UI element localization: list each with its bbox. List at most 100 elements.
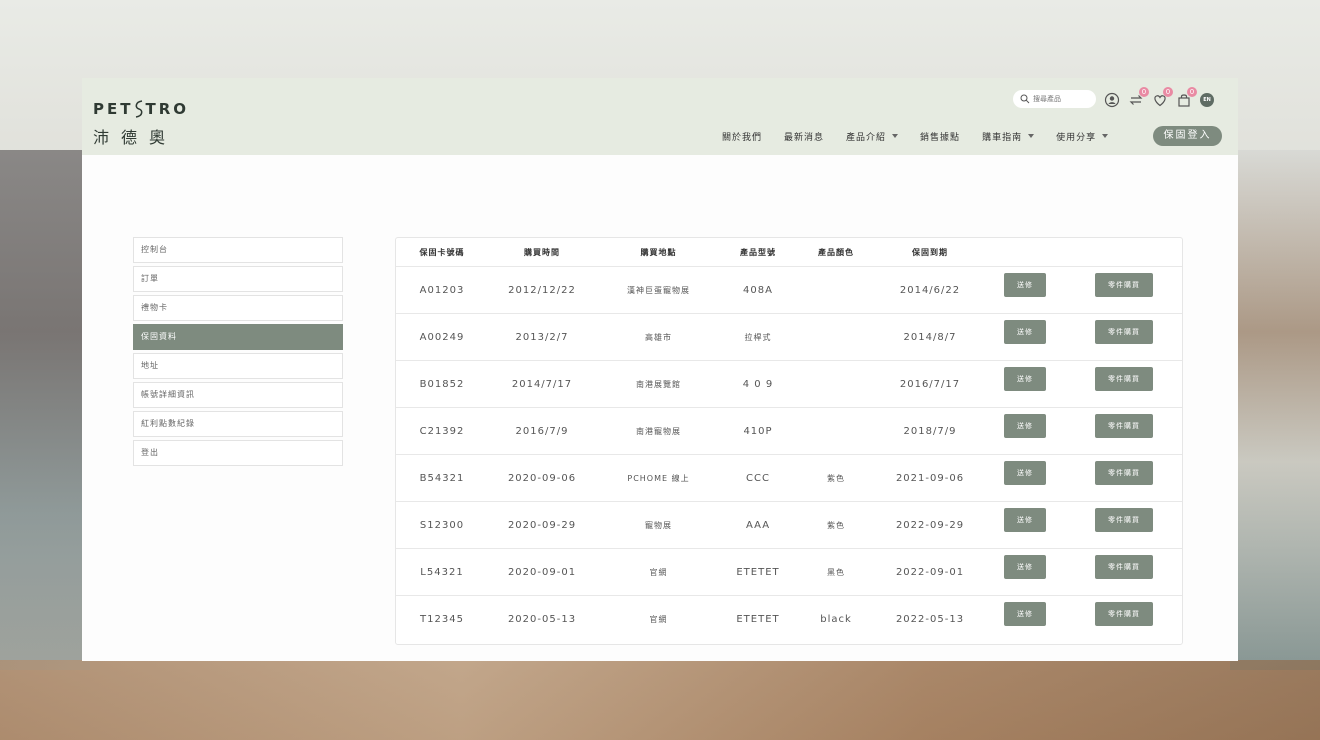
wishlist-icon[interactable]: 0	[1152, 87, 1173, 108]
table-row: L54321 2020-09-01 官網 ETETET 黑色 2022-09-0…	[396, 549, 1182, 596]
cell-card-number: A01203	[419, 284, 465, 296]
nav-item-stores[interactable]: 銷售據點	[920, 130, 960, 143]
cell-expiry: 2014/6/22	[899, 284, 961, 296]
table-row: T12345 2020-05-13 官網 ETETET black 2022-0…	[396, 596, 1182, 643]
main-nav: 關於我們 最新消息 產品介紹 銷售據點 購車指南 使用分享	[722, 126, 1130, 146]
repair-button[interactable]: 送修	[1004, 602, 1046, 626]
chevron-down-icon	[892, 134, 899, 138]
cell-purchase-date: 2020-09-06	[507, 472, 577, 484]
account-sidebar: 控制台 訂單 禮物卡 保固資料 地址 帳號詳細資訊 紅利點數紀錄 登出	[133, 237, 343, 469]
repair-button[interactable]: 送修	[1004, 273, 1046, 297]
nav-item-about[interactable]: 關於我們	[722, 130, 762, 143]
cell-purchase-place: 官網	[649, 567, 668, 577]
brand-logo[interactable]: PET TRO 沛德奧	[93, 98, 203, 147]
table-row: B54321 2020-09-06 PCHOME 線上 CCC 紫色 2021-…	[396, 455, 1182, 502]
parts-purchase-button[interactable]: 零件購買	[1095, 508, 1153, 532]
table-row: S12300 2020-09-29 寵物展 AAA 紫色 2022-09-29 …	[396, 502, 1182, 549]
sidebar-item-orders[interactable]: 訂單	[133, 266, 343, 292]
search-input[interactable]	[1033, 95, 1093, 103]
cart-icon[interactable]: 0	[1176, 87, 1197, 108]
sidebar-item-account-details[interactable]: 帳號詳細資訊	[133, 382, 343, 408]
repair-button[interactable]: 送修	[1004, 320, 1046, 344]
sidebar-item-dashboard[interactable]: 控制台	[133, 237, 343, 263]
logo-s-icon	[136, 100, 143, 118]
cell-expiry: 2022-05-13	[895, 614, 965, 625]
cell-color	[800, 408, 872, 454]
warranty-login-button[interactable]: 保固登入	[1153, 126, 1222, 146]
cell-card-number: B54321	[419, 472, 465, 484]
header-model: 產品型號	[740, 247, 776, 257]
nav-item-guide[interactable]: 購車指南	[982, 130, 1035, 143]
repair-button[interactable]: 送修	[1004, 414, 1046, 438]
parts-purchase-button[interactable]: 零件購買	[1095, 367, 1153, 391]
logo-en-right: TRO	[145, 100, 190, 118]
cell-purchase-date: 2020-05-13	[507, 614, 577, 625]
cell-card-number: C21392	[419, 425, 465, 437]
cell-purchase-place: 南港展覽館	[636, 379, 681, 389]
parts-purchase-button[interactable]: 零件購買	[1095, 602, 1153, 626]
nav-item-news[interactable]: 最新消息	[784, 130, 824, 143]
account-icon[interactable]	[1104, 92, 1120, 108]
header-icons: 0 0 0 EN	[1104, 87, 1214, 110]
sidebar-item-bonus-points[interactable]: 紅利點數紀錄	[133, 411, 343, 437]
parts-purchase-button[interactable]: 零件購買	[1095, 461, 1153, 485]
page-window: PET TRO 沛德奧 0	[82, 78, 1238, 661]
sidebar-item-warranty[interactable]: 保固資料	[133, 324, 343, 350]
cell-color: 紫色	[827, 520, 845, 530]
nav-item-share[interactable]: 使用分享	[1056, 130, 1109, 143]
header-purchase-place: 購買地點	[640, 247, 677, 257]
nav-item-products[interactable]: 產品介紹	[846, 130, 899, 143]
repair-button[interactable]: 送修	[1004, 555, 1046, 579]
parts-purchase-button[interactable]: 零件購買	[1095, 273, 1153, 297]
search-box[interactable]	[1013, 90, 1096, 108]
cell-model: AAA	[745, 519, 771, 531]
compare-badge: 0	[1139, 87, 1149, 97]
cell-purchase-date: 2020-09-01	[507, 566, 577, 578]
chevron-down-icon	[1028, 134, 1035, 138]
cart-badge: 0	[1187, 87, 1197, 97]
parts-purchase-button[interactable]: 零件購買	[1095, 320, 1153, 344]
cell-purchase-date: 2016/7/9	[515, 425, 569, 437]
sidebar-item-logout[interactable]: 登出	[133, 440, 343, 466]
cell-model: 410P	[743, 425, 773, 437]
cell-model: 408A	[743, 284, 773, 296]
table-row: C21392 2016/7/9 南港寵物展 410P 2018/7/9 送修 零…	[396, 408, 1182, 455]
cell-expiry: 2022-09-01	[895, 566, 965, 578]
repair-button[interactable]: 送修	[1004, 508, 1046, 532]
cell-purchase-place: 南港寵物展	[636, 426, 681, 436]
sidebar-item-gift-card[interactable]: 禮物卡	[133, 295, 343, 321]
table-row: B01852 2014/7/17 南港展覽館 4 0 9 2016/7/17 送…	[396, 361, 1182, 408]
cell-card-number: S12300	[419, 519, 465, 531]
cell-purchase-place: 官網	[649, 615, 668, 624]
parts-purchase-button[interactable]: 零件購買	[1095, 555, 1153, 579]
cell-card-number: L54321	[420, 566, 464, 578]
background-floor	[0, 660, 1320, 740]
header-purchase-date: 購買時間	[524, 247, 560, 257]
header-color: 產品顏色	[818, 247, 854, 257]
site-header: PET TRO 沛德奧 0	[82, 78, 1238, 155]
table-header: 保固卡號碼 購買時間 購買地點 產品型號 產品顏色 保固到期	[396, 238, 1182, 267]
language-switch[interactable]: EN	[1200, 93, 1214, 107]
repair-button[interactable]: 送修	[1004, 367, 1046, 391]
cell-color: black	[820, 614, 852, 625]
cell-model: ETETET	[736, 614, 780, 625]
cell-card-number: A00249	[419, 331, 465, 343]
logo-en: PET TRO	[93, 98, 203, 120]
cell-color: 黑色	[827, 567, 845, 577]
parts-purchase-button[interactable]: 零件購買	[1095, 414, 1153, 438]
cell-purchase-place: 漢神巨蛋寵物展	[627, 285, 690, 295]
cell-color	[800, 267, 872, 313]
warranty-table: 保固卡號碼 購買時間 購買地點 產品型號 產品顏色 保固到期 A01203 20…	[395, 237, 1183, 645]
cell-color	[800, 314, 872, 360]
sidebar-item-address[interactable]: 地址	[133, 353, 343, 379]
background-right	[1230, 150, 1320, 670]
compare-icon[interactable]: 0	[1128, 87, 1149, 108]
background-left	[0, 150, 90, 670]
table-row: A00249 2013/2/7 高雄市 拉桿式 2014/8/7 送修 零件購買	[396, 314, 1182, 361]
cell-expiry: 2021-09-06	[895, 472, 965, 484]
cell-purchase-date: 2014/7/17	[511, 378, 573, 390]
cell-expiry: 2014/8/7	[903, 331, 957, 343]
wishlist-badge: 0	[1163, 87, 1173, 97]
cell-purchase-date: 2012/12/22	[508, 284, 576, 296]
repair-button[interactable]: 送修	[1004, 461, 1046, 485]
